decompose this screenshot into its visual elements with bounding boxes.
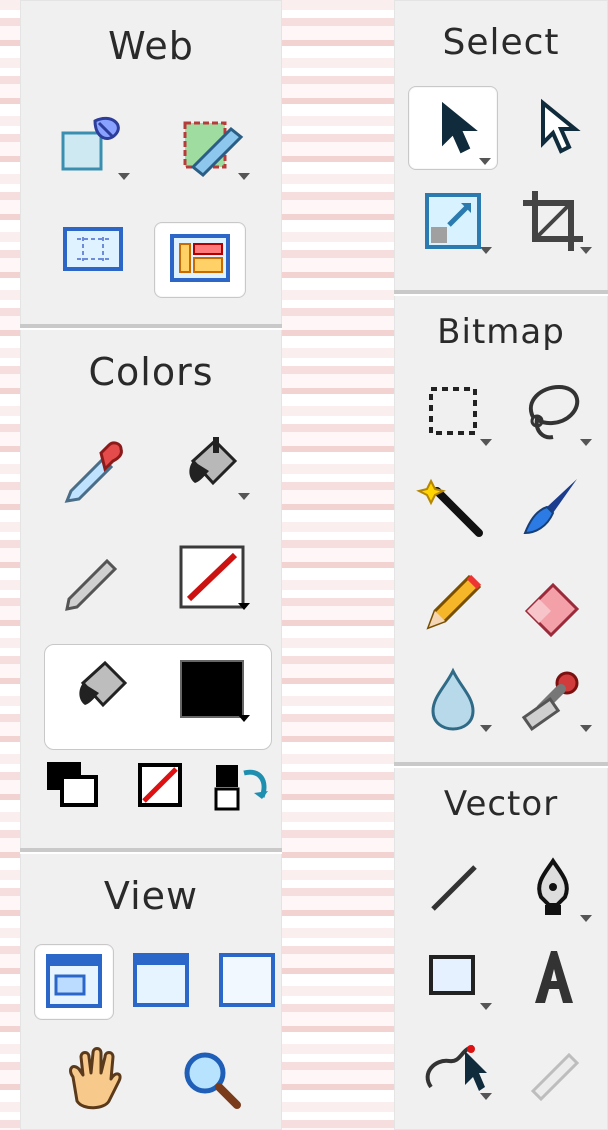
marquee-tool[interactable]	[408, 376, 498, 450]
dropdown-indicator	[480, 1003, 492, 1010]
slice-icon	[183, 121, 244, 178]
dropdown-indicator	[479, 158, 491, 165]
dropdown-indicator	[480, 1093, 492, 1100]
hide-slices-button[interactable]	[48, 214, 138, 288]
dropdown-indicator	[580, 247, 592, 254]
subselection-tool[interactable]	[508, 90, 598, 164]
pencil-stroke-icon	[65, 558, 118, 611]
fill-color-icon	[180, 660, 244, 718]
swap-colors-icon	[214, 765, 268, 811]
stroke-color-swatch[interactable]	[166, 540, 256, 614]
knife-tool[interactable]	[508, 1030, 598, 1104]
knife-icon	[530, 1052, 580, 1102]
default-colors-button[interactable]	[38, 750, 110, 824]
dropdown-indicator	[480, 725, 492, 732]
section-title-view: View	[103, 874, 199, 918]
eraser-tool[interactable]	[508, 566, 598, 640]
lasso-tool[interactable]	[508, 376, 598, 450]
pencil-icon	[426, 574, 482, 630]
paint-bucket-icon	[189, 437, 238, 486]
hide-slices-icon	[63, 227, 123, 271]
hand-tool[interactable]	[46, 1042, 136, 1116]
section-divider	[20, 848, 282, 854]
section-title-web: Web	[108, 24, 194, 68]
blur-tool[interactable]	[408, 662, 498, 736]
section-divider	[394, 290, 608, 296]
dropdown-indicator	[118, 173, 130, 180]
pen-icon	[537, 857, 569, 915]
maximized-screen-mode-icon	[133, 953, 189, 1007]
blur-icon	[431, 667, 475, 731]
swap-colors-button[interactable]	[206, 750, 278, 824]
default-colors-icon	[47, 762, 98, 807]
dropdown-indicator	[238, 603, 250, 610]
eyedropper-tool[interactable]	[46, 430, 136, 504]
crop-icon	[523, 191, 583, 251]
rubber-stamp-tool[interactable]	[508, 662, 598, 736]
pointer-tool[interactable]	[408, 86, 498, 170]
magic-wand-icon	[416, 478, 483, 537]
full-screen-mode-icon	[219, 953, 275, 1007]
magnifier-icon	[184, 1052, 241, 1109]
maximized-screen-mode-button[interactable]	[122, 944, 200, 1018]
fill-color-swatch[interactable]	[166, 652, 256, 726]
pen-tool[interactable]	[508, 852, 598, 926]
brush-icon	[523, 479, 577, 535]
dropdown-indicator	[238, 173, 250, 180]
crop-tool[interactable]	[508, 184, 598, 258]
left-tools-panel: Web Colors View	[20, 0, 282, 1130]
eyedropper-icon	[64, 441, 123, 503]
rectangle-tool[interactable]	[408, 940, 498, 1014]
standard-screen-mode-button[interactable]	[34, 944, 114, 1020]
hotspot-icon	[61, 116, 120, 171]
dropdown-indicator	[238, 715, 250, 722]
lasso-icon	[529, 384, 580, 440]
section-title-colors: Colors	[88, 350, 214, 394]
full-screen-mode-button[interactable]	[208, 944, 286, 1018]
line-icon	[431, 865, 477, 911]
line-tool[interactable]	[408, 852, 498, 926]
text-tool[interactable]	[508, 940, 598, 1014]
dropdown-indicator	[480, 439, 492, 446]
dropdown-indicator	[580, 439, 592, 446]
marquee-icon	[429, 387, 477, 435]
hand-icon	[69, 1047, 122, 1110]
paint-bucket-small-icon	[79, 660, 128, 708]
pointer-icon	[442, 101, 478, 154]
eraser-icon	[524, 582, 580, 638]
standard-screen-mode-icon	[46, 954, 102, 1008]
freeform-tool[interactable]	[408, 1030, 498, 1104]
rubber-stamp-icon	[521, 671, 579, 732]
text-icon	[535, 951, 573, 1003]
scale-tool[interactable]	[408, 184, 498, 258]
stroke-color-icon	[179, 545, 245, 609]
zoom-tool[interactable]	[166, 1042, 256, 1116]
freeform-icon	[425, 1045, 487, 1091]
hotspot-tool[interactable]	[46, 110, 136, 184]
brush-tool[interactable]	[508, 470, 598, 544]
rectangle-icon	[429, 955, 475, 995]
section-divider	[394, 762, 608, 768]
paint-bucket-tool[interactable]	[166, 430, 256, 504]
fill-color-label-tool	[56, 652, 146, 726]
scale-icon	[425, 193, 481, 249]
show-slices-icon	[170, 234, 230, 282]
pencil-tool[interactable]	[408, 566, 498, 640]
no-color-icon	[138, 763, 182, 807]
subselection-icon	[541, 98, 581, 154]
section-title-select: Select	[442, 22, 560, 63]
dropdown-indicator	[238, 493, 250, 500]
no-stroke-or-fill-button[interactable]	[126, 750, 198, 824]
slice-tool[interactable]	[166, 110, 256, 184]
right-tools-panel: Select Bitmap Vector	[394, 0, 608, 1130]
section-title-bitmap: Bitmap	[437, 312, 565, 352]
stroke-color-label-tool	[46, 540, 136, 614]
dropdown-indicator	[580, 915, 592, 922]
dropdown-indicator	[480, 247, 492, 254]
magic-wand-tool[interactable]	[408, 470, 498, 544]
dropdown-indicator	[580, 725, 592, 732]
section-divider	[20, 324, 282, 330]
section-title-vector: Vector	[443, 784, 559, 824]
show-slices-button[interactable]	[154, 222, 246, 298]
